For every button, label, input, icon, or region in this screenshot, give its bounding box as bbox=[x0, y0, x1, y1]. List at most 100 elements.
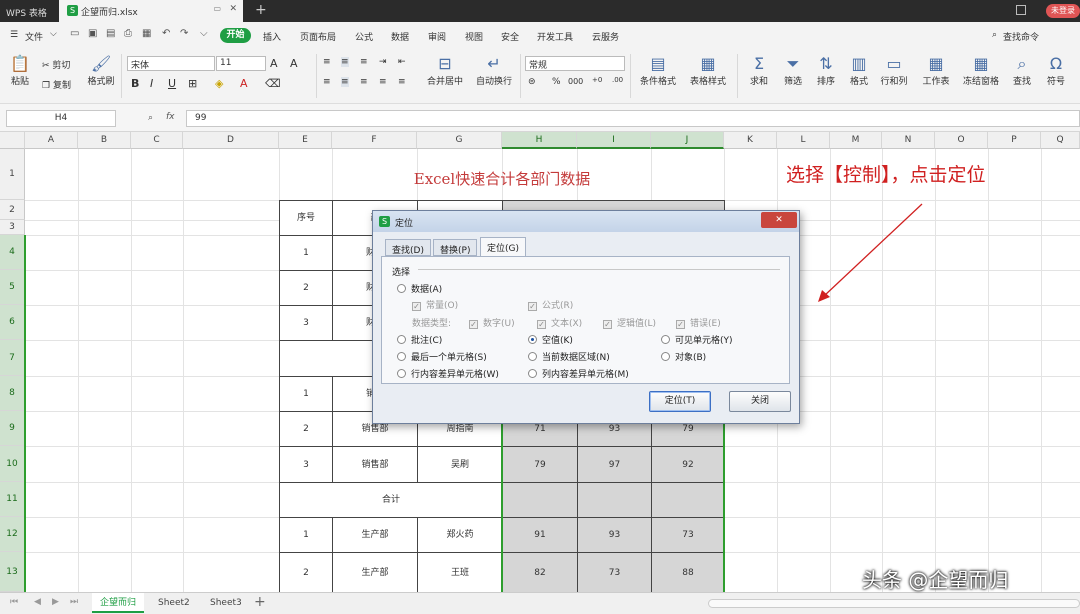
check-error[interactable]: ✓ 错误(E) bbox=[676, 316, 721, 329]
radio-blank[interactable]: 空值(K) bbox=[528, 333, 573, 346]
name-cell[interactable]: 吴刷 bbox=[417, 446, 503, 483]
column-header[interactable]: E bbox=[279, 132, 332, 149]
tab-cloud[interactable]: 云服务 bbox=[592, 30, 619, 43]
score-cell[interactable]: 88 bbox=[651, 552, 725, 592]
last-sheet-icon[interactable]: ⏭ bbox=[70, 597, 78, 607]
sheet-tab-active[interactable]: 企望而归 bbox=[92, 593, 145, 613]
column-header[interactable]: M bbox=[830, 132, 882, 149]
radio-visible[interactable]: 可见单元格(Y) bbox=[661, 333, 733, 346]
justify-icon[interactable]: ≡ bbox=[379, 77, 387, 87]
tab-view[interactable]: 视图 bbox=[465, 30, 483, 43]
fill-color-icon[interactable]: ◈ bbox=[215, 77, 223, 90]
window-mode-icon[interactable] bbox=[1016, 5, 1026, 15]
align-middle-icon[interactable]: ≡ bbox=[341, 57, 349, 67]
row-header[interactable]: 9 bbox=[0, 411, 25, 446]
check-constant[interactable]: ✓ 常量(O) bbox=[412, 298, 458, 311]
horizontal-scrollbar[interactable] bbox=[708, 599, 1080, 608]
seq-cell[interactable]: 1 bbox=[279, 517, 333, 553]
align-bottom-icon[interactable]: ≡ bbox=[360, 57, 368, 67]
distribute-icon[interactable]: ≡ bbox=[398, 77, 406, 87]
dept-cell[interactable]: 生产部 bbox=[332, 517, 418, 553]
column-header[interactable]: B bbox=[78, 132, 131, 149]
column-header[interactable]: G bbox=[417, 132, 502, 149]
font-color-icon[interactable]: A bbox=[240, 77, 248, 90]
seq-cell[interactable]: 1 bbox=[279, 235, 333, 271]
radio-last-cell[interactable]: 最后一个单元格(S) bbox=[397, 350, 487, 363]
score-cell[interactable]: 79 bbox=[502, 446, 578, 483]
search-command[interactable]: 查找命令 bbox=[1003, 30, 1039, 43]
font-shrink-icon[interactable]: A bbox=[290, 57, 298, 70]
score-cell[interactable]: 92 bbox=[651, 446, 725, 483]
column-header[interactable]: A bbox=[25, 132, 78, 149]
paste-button[interactable]: 📋 粘贴 bbox=[6, 54, 34, 87]
tab-review[interactable]: 审阅 bbox=[428, 30, 446, 43]
align-center-icon[interactable]: ≡ bbox=[341, 77, 349, 87]
name-cell[interactable]: 王班 bbox=[417, 552, 503, 592]
check-formula[interactable]: ✓ 公式(R) bbox=[528, 298, 573, 311]
tab-security[interactable]: 安全 bbox=[501, 30, 519, 43]
row-header[interactable]: 7 bbox=[0, 340, 25, 376]
name-box[interactable]: H4 bbox=[6, 110, 116, 127]
row-header[interactable]: 1 bbox=[0, 149, 25, 200]
tab-formula[interactable]: 公式 bbox=[355, 30, 373, 43]
row-header[interactable]: 10 bbox=[0, 446, 25, 482]
table-style-button[interactable]: ▦ 表格样式 bbox=[686, 54, 730, 87]
format-painter-button[interactable]: 🖌 格式刷 bbox=[86, 54, 116, 87]
subtotal-row[interactable]: 合计 bbox=[279, 482, 503, 518]
score-cell[interactable] bbox=[502, 482, 578, 518]
close-tab-icon[interactable]: ✕ bbox=[229, 4, 237, 14]
open-icon[interactable]: ▭ bbox=[70, 28, 82, 40]
underline-button[interactable]: U bbox=[168, 77, 176, 90]
score-cell[interactable] bbox=[577, 482, 652, 518]
tab-find[interactable]: 查找(D) bbox=[385, 239, 431, 256]
tab-page-layout[interactable]: 页面布局 bbox=[300, 30, 336, 43]
column-header[interactable]: C bbox=[131, 132, 183, 149]
wps-app-tab[interactable]: WPS 表格 bbox=[0, 0, 58, 22]
check-number[interactable]: ✓ 数字(U) bbox=[469, 316, 515, 329]
table-header-seq[interactable]: 序号 bbox=[279, 200, 333, 236]
tab-home[interactable]: 开始 bbox=[220, 28, 251, 43]
font-name-select[interactable]: 宋体 bbox=[127, 56, 215, 71]
score-cell[interactable]: 73 bbox=[577, 552, 652, 592]
new-tab-button[interactable]: + bbox=[255, 2, 267, 18]
more-icon[interactable]: ⌵ bbox=[200, 28, 212, 40]
row-header[interactable]: 8 bbox=[0, 376, 25, 411]
conditional-format-button[interactable]: ▤ 条件格式 bbox=[636, 54, 680, 87]
hamburger-icon[interactable]: ☰ bbox=[10, 30, 18, 40]
dialog-title-bar[interactable]: S 定位 ✕ bbox=[373, 211, 799, 232]
tab-data[interactable]: 数据 bbox=[391, 30, 409, 43]
dept-cell[interactable]: 销售部 bbox=[332, 446, 418, 483]
sheet-tab-3[interactable]: Sheet3 bbox=[202, 593, 250, 613]
close-button[interactable]: 关闭 bbox=[729, 391, 791, 412]
tab-replace[interactable]: 替换(P) bbox=[433, 239, 478, 256]
column-header[interactable]: I bbox=[577, 132, 651, 149]
score-cell[interactable]: 73 bbox=[651, 517, 725, 553]
select-all-corner[interactable] bbox=[0, 132, 25, 149]
radio-col-diff[interactable]: 列内容差异单元格(M) bbox=[528, 367, 629, 380]
column-header[interactable]: D bbox=[183, 132, 279, 149]
merge-center-button[interactable]: ⊟ 合并居中 bbox=[422, 54, 468, 87]
name-cell[interactable]: 郑火药 bbox=[417, 517, 503, 553]
clear-icon[interactable]: ⌫ bbox=[265, 77, 281, 90]
column-header[interactable]: K bbox=[724, 132, 777, 149]
cut-button[interactable]: ✂ 剪切 bbox=[42, 58, 70, 71]
seq-cell[interactable]: 3 bbox=[279, 446, 333, 483]
preview-icon[interactable]: ▦ bbox=[142, 28, 154, 40]
sheet-tab-2[interactable]: Sheet2 bbox=[150, 593, 198, 613]
copy-button[interactable]: ❐ 复制 bbox=[42, 78, 71, 91]
sort-button[interactable]: ⇅ 排序 bbox=[812, 54, 840, 87]
column-header[interactable]: J bbox=[651, 132, 724, 149]
column-header[interactable]: L bbox=[777, 132, 830, 149]
score-cell[interactable] bbox=[651, 482, 725, 518]
format-button[interactable]: ▥ 格式 bbox=[845, 54, 873, 87]
seq-cell[interactable]: 2 bbox=[279, 270, 333, 306]
zoom-icon[interactable]: ⌕ bbox=[148, 113, 153, 123]
radio-object[interactable]: 对象(B) bbox=[661, 350, 706, 363]
score-cell[interactable]: 82 bbox=[502, 552, 578, 592]
print-icon[interactable]: ⎙ bbox=[124, 28, 136, 40]
check-logical[interactable]: ✓ 逻辑值(L) bbox=[603, 316, 656, 329]
seq-cell[interactable]: 2 bbox=[279, 411, 333, 447]
row-header[interactable]: 5 bbox=[0, 270, 25, 305]
align-right-icon[interactable]: ≡ bbox=[360, 77, 368, 87]
file-tab[interactable]: S 企望而归.xlsx ▭ ✕ bbox=[59, 0, 243, 22]
